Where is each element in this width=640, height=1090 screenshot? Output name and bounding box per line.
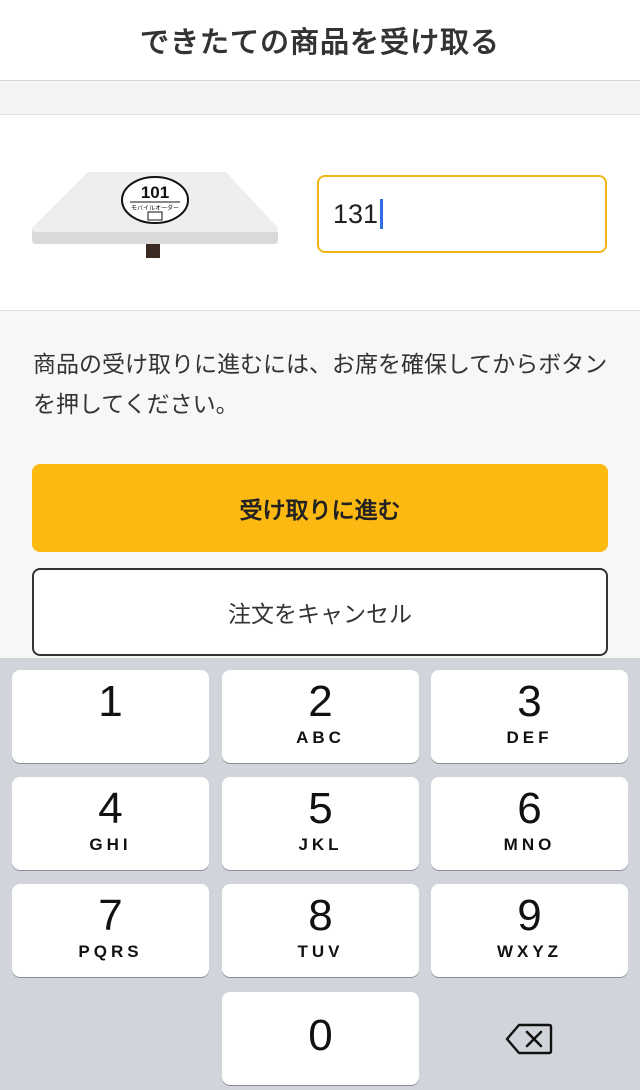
key-digit: 8 bbox=[308, 891, 333, 940]
table-number-stand-icon: 101 モバイルオーダー bbox=[32, 172, 278, 258]
key-9[interactable]: 9 WXYZ bbox=[431, 884, 628, 977]
proceed-to-pickup-button[interactable]: 受け取りに進む bbox=[32, 464, 608, 552]
key-6[interactable]: 6 MNO bbox=[431, 777, 628, 870]
table-label-text: モバイルオーダー bbox=[131, 204, 179, 212]
key-digit: 7 bbox=[98, 891, 123, 940]
key-letters: WXYZ bbox=[496, 942, 563, 961]
key-letters: PQRS bbox=[78, 942, 143, 961]
key-3[interactable]: 3 DEF bbox=[431, 670, 628, 763]
key-letters: GHI bbox=[89, 835, 132, 854]
key-digit: 9 bbox=[517, 891, 542, 940]
section-divider bbox=[0, 81, 640, 115]
key-7[interactable]: 7 PQRS bbox=[12, 884, 209, 977]
key-digit: 0 bbox=[308, 1011, 333, 1060]
key-8[interactable]: 8 TUV bbox=[222, 884, 419, 977]
cancel-order-button[interactable]: 注文をキャンセル bbox=[32, 568, 608, 656]
key-digit: 2 bbox=[308, 677, 333, 726]
key-2[interactable]: 2 ABC bbox=[222, 670, 419, 763]
key-digit: 1 bbox=[98, 677, 123, 726]
table-number-label: 101 bbox=[141, 183, 169, 202]
key-letters: MNO bbox=[503, 835, 556, 854]
key-digit: 5 bbox=[308, 784, 333, 833]
delete-key[interactable] bbox=[430, 992, 628, 1085]
numeric-keypad: 1 2 ABC 3 DEF 4 GHI 5 JKL 6 MNO 7 PQRS 8… bbox=[0, 658, 640, 1090]
key-4[interactable]: 4 GHI bbox=[12, 777, 209, 870]
key-digit: 6 bbox=[517, 784, 542, 833]
key-letters: JKL bbox=[298, 835, 343, 854]
key-5[interactable]: 5 JKL bbox=[222, 777, 419, 870]
seat-number-input[interactable]: 131 bbox=[317, 175, 607, 253]
key-digit: 3 bbox=[517, 677, 542, 726]
text-caret bbox=[380, 199, 384, 229]
key-letters: TUV bbox=[297, 942, 344, 961]
instruction-text: 商品の受け取りに進むには、お席を確保してからボタンを押してください。 bbox=[33, 352, 608, 418]
seat-number-value: 131 bbox=[333, 198, 379, 229]
key-0[interactable]: 0 bbox=[222, 992, 419, 1085]
seat-number-panel: 101 モバイルオーダー 131 bbox=[0, 115, 640, 311]
header-bar: できたての商品を受け取る bbox=[0, 0, 640, 81]
key-letters: ABC bbox=[296, 728, 345, 747]
key-letters: DEF bbox=[506, 728, 553, 747]
key-digit: 4 bbox=[98, 784, 123, 833]
page-title: できたての商品を受け取る bbox=[139, 25, 500, 59]
key-1[interactable]: 1 bbox=[12, 670, 209, 763]
backspace-icon bbox=[505, 1023, 553, 1054]
